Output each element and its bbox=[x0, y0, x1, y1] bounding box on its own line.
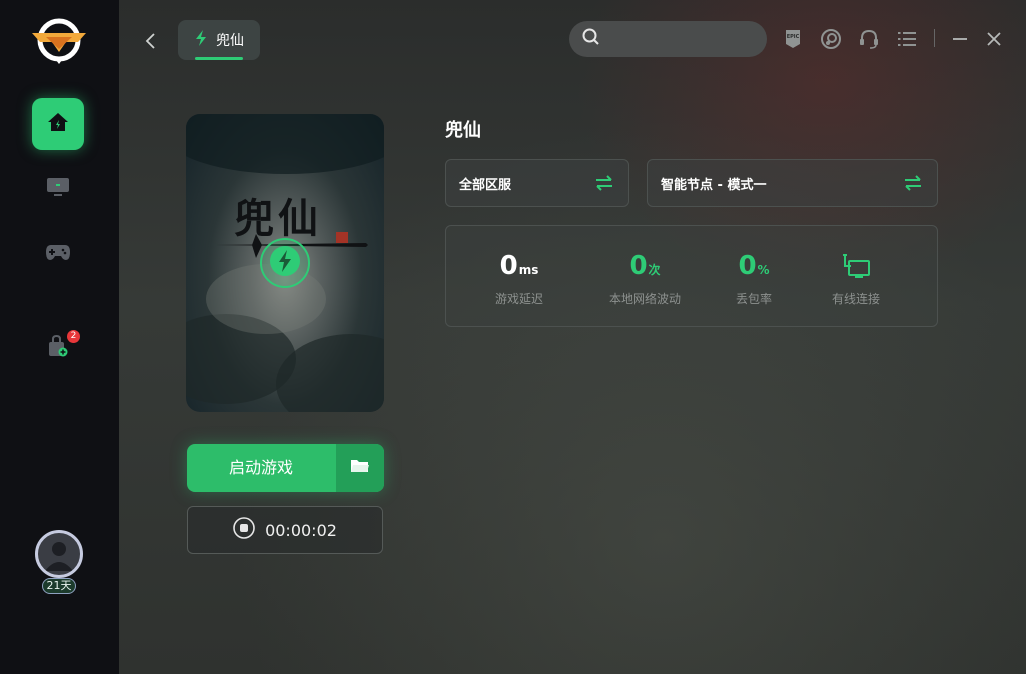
tab-current-game[interactable]: 兜仙 bbox=[178, 20, 260, 60]
stat-packet-loss: 0% 丢包率 bbox=[734, 252, 774, 307]
avatar bbox=[35, 530, 83, 578]
search-box[interactable] bbox=[569, 21, 767, 57]
folder-icon bbox=[350, 458, 370, 478]
region-label: 全部区服 bbox=[459, 177, 512, 193]
close-icon bbox=[983, 32, 1005, 54]
loss-value: 0 bbox=[738, 251, 757, 281]
accelerate-badge bbox=[260, 238, 310, 288]
tab-underline bbox=[195, 57, 243, 60]
latency-label: 游戏延迟 bbox=[494, 292, 543, 306]
search-icon bbox=[582, 28, 600, 50]
latency-value: 0 bbox=[499, 251, 518, 281]
jitter-label: 本地网络波动 bbox=[608, 292, 681, 306]
menu-icon bbox=[896, 32, 918, 54]
loss-label: 丢包率 bbox=[735, 292, 772, 306]
app-logo[interactable] bbox=[30, 16, 88, 64]
jitter-unit: 次 bbox=[648, 263, 661, 277]
steam-button[interactable] bbox=[820, 28, 842, 50]
lightning-icon bbox=[268, 244, 302, 282]
svg-text:EPIC: EPIC bbox=[787, 34, 800, 40]
stat-latency: 0ms 游戏延迟 bbox=[494, 252, 544, 307]
stat-jitter: 0次 本地网络波动 bbox=[608, 252, 682, 307]
sidebar-item-gamepad[interactable] bbox=[32, 228, 84, 280]
launch-label: 启动游戏 bbox=[228, 458, 293, 477]
sidebar-item-store[interactable]: 2 bbox=[32, 322, 84, 374]
main-panel: 兜仙 EPIC 兜仙 启动游戏 00:00:02 兜仙 全部区服 智能节点 - … bbox=[119, 0, 1026, 674]
game-cover: 兜仙 bbox=[186, 114, 384, 412]
support-button[interactable] bbox=[858, 28, 880, 50]
launch-game-button[interactable]: 启动游戏 bbox=[187, 444, 384, 492]
latency-unit: ms bbox=[518, 263, 539, 277]
steam-icon bbox=[820, 29, 842, 54]
member-days-badge: 21天 bbox=[42, 578, 76, 594]
user-profile[interactable]: 21天 bbox=[30, 528, 88, 598]
notification-badge: 2 bbox=[67, 330, 80, 343]
headset-icon bbox=[858, 29, 880, 54]
timer-value: 00:00:02 bbox=[265, 520, 337, 540]
swap-icon bbox=[903, 174, 923, 196]
node-label: 智能节点 - 模式一 bbox=[661, 177, 767, 193]
tab-label: 兜仙 bbox=[216, 33, 244, 49]
game-title: 兜仙 bbox=[445, 120, 481, 141]
back-arrow-icon bbox=[141, 33, 161, 56]
wired-connection-icon bbox=[841, 252, 871, 280]
swap-icon bbox=[594, 174, 614, 196]
node-selector[interactable]: 智能节点 - 模式一 bbox=[647, 159, 938, 207]
epic-games-button[interactable]: EPIC bbox=[782, 28, 804, 50]
cloud-shape bbox=[186, 114, 384, 174]
minimize-icon bbox=[949, 35, 971, 54]
toolbar-divider bbox=[934, 29, 935, 47]
monitor-icon bbox=[46, 176, 70, 202]
stat-connection: 有线连接 bbox=[826, 252, 886, 307]
jitter-value: 0 bbox=[629, 251, 648, 281]
close-button[interactable] bbox=[983, 28, 1005, 50]
loss-unit: % bbox=[757, 263, 770, 277]
lightning-icon bbox=[194, 29, 208, 51]
sidebar-item-monitor[interactable] bbox=[32, 163, 84, 215]
search-input[interactable] bbox=[608, 31, 758, 47]
open-folder-button[interactable] bbox=[336, 444, 384, 492]
sidebar-item-home[interactable] bbox=[32, 98, 84, 150]
region-selector[interactable]: 全部区服 bbox=[445, 159, 629, 207]
menu-button[interactable] bbox=[896, 28, 918, 50]
gamepad-icon bbox=[45, 242, 71, 266]
minimize-button[interactable] bbox=[949, 28, 971, 50]
stop-icon[interactable] bbox=[233, 517, 255, 543]
home-icon bbox=[47, 112, 69, 136]
sidebar: 2 21天 bbox=[0, 0, 119, 674]
network-stats-panel: 0ms 游戏延迟 0次 本地网络波动 0% 丢包率 有线连接 bbox=[445, 225, 938, 327]
connection-label: 有线连接 bbox=[831, 292, 880, 306]
epic-icon: EPIC bbox=[782, 30, 804, 54]
session-timer[interactable]: 00:00:02 bbox=[187, 506, 383, 554]
back-button[interactable] bbox=[141, 30, 161, 52]
